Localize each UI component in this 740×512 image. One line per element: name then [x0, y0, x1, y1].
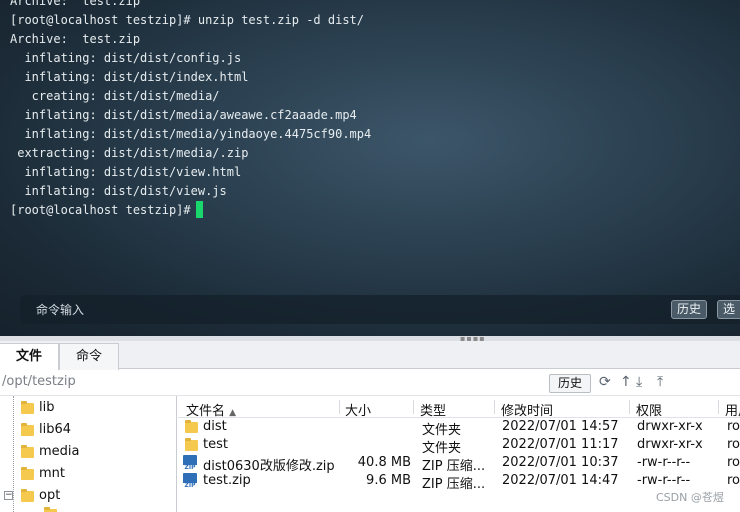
- upload-icon[interactable]: ⤒: [657, 374, 663, 390]
- sort-ascending-icon: ▲: [229, 408, 237, 418]
- folder-icon: [21, 467, 34, 480]
- folder-icon: [185, 438, 198, 451]
- column-header-permissions[interactable]: 权限: [636, 400, 662, 419]
- command-select-button[interactable]: 选: [717, 300, 740, 319]
- file-permissions: -rw-r--r--: [637, 455, 691, 470]
- tree-item-label: opt: [39, 488, 61, 503]
- tree-item-lib64[interactable]: lib64: [0, 419, 176, 441]
- file-modified: 2022/07/01 10:37: [502, 455, 619, 470]
- directory-tree[interactable]: lib lib64 media mnt − opt: [0, 396, 177, 512]
- tree-item-media[interactable]: media: [0, 441, 176, 463]
- terminal-line: inflating: dist/dist/config.js: [10, 51, 242, 65]
- terminal-cursor: [195, 201, 203, 218]
- file-modified: 2022/07/01 11:17: [502, 437, 619, 452]
- zip-file-icon: [183, 473, 197, 489]
- path-bar: /opt/testzip 历史 ⟳ ↑ ⤓ ⤒: [0, 370, 740, 396]
- file-user: ro: [727, 455, 740, 470]
- file-permissions: drwxr-xr-x: [637, 419, 703, 434]
- command-history-button[interactable]: 历史: [671, 300, 708, 319]
- column-separator[interactable]: [718, 400, 719, 414]
- column-header-user[interactable]: 用户: [725, 400, 740, 419]
- column-header-modified[interactable]: 修改时间: [501, 400, 553, 419]
- file-type: ZIP 压缩...: [422, 477, 486, 492]
- file-modified: 2022/07/01 14:57: [502, 419, 619, 434]
- file-name: test.zip: [203, 473, 251, 488]
- column-header-size[interactable]: 大小: [345, 400, 371, 419]
- terminal-line: extracting: dist/dist/media/.zip: [10, 146, 249, 160]
- folder-icon: [21, 401, 34, 414]
- file-permissions: -rw-r--r--: [637, 473, 691, 488]
- terminal-output: Archive: test.zip [root@localhost testzi…: [10, 0, 371, 220]
- column-header-name[interactable]: 文件名 ▲: [186, 400, 236, 419]
- folder-icon: [185, 420, 198, 433]
- tab-bar: 文件 命令: [0, 341, 740, 370]
- file-name: test: [203, 437, 228, 452]
- terminal-line: inflating: dist/dist/index.html: [10, 70, 249, 84]
- watermark: CSDN @苍煜: [656, 491, 724, 504]
- file-user: ro: [727, 419, 740, 434]
- up-arrow-icon[interactable]: ↑: [620, 374, 632, 390]
- tab-files[interactable]: 文件: [0, 343, 59, 370]
- column-separator[interactable]: [494, 400, 495, 414]
- file-size: 9.6 MB: [366, 473, 411, 488]
- command-input-bar[interactable]: 命令输入 历史 选: [20, 295, 740, 324]
- tree-item-lib[interactable]: lib: [0, 397, 176, 419]
- tree-item-opt[interactable]: − opt: [0, 485, 176, 507]
- column-separator[interactable]: [339, 400, 340, 414]
- tree-item-mnt[interactable]: mnt: [0, 463, 176, 485]
- folder-icon: [21, 423, 34, 436]
- file-row[interactable]: dist0630改版修改.zip 40.8 MB ZIP 压缩... 2022/…: [178, 454, 740, 474]
- tab-commands[interactable]: 命令: [59, 343, 119, 370]
- file-user: ro: [727, 437, 740, 452]
- file-permissions: drwxr-xr-x: [637, 437, 703, 452]
- command-input-placeholder[interactable]: 命令输入: [36, 301, 84, 318]
- file-user: ro: [727, 473, 740, 488]
- terminal-line: Archive: test.zip: [10, 32, 141, 46]
- terminal-panel[interactable]: Archive: test.zip [root@localhost testzi…: [0, 0, 740, 336]
- terminal-line: Archive: test.zip: [10, 0, 141, 8]
- path-input[interactable]: /opt/testzip: [2, 374, 76, 389]
- tree-item-label: lib64: [39, 422, 72, 437]
- terminal-line: inflating: dist/dist/view.html: [10, 165, 242, 179]
- file-row[interactable]: dist 文件夹 2022/07/01 14:57 drwxr-xr-x ro: [178, 418, 740, 438]
- terminal-line: inflating: dist/dist/media/aweawe.cf2aaa…: [10, 108, 357, 122]
- file-row[interactable]: test 文件夹 2022/07/01 11:17 drwxr-xr-x ro: [178, 436, 740, 456]
- tree-item-label: lib: [39, 400, 55, 415]
- tree-item-label: media: [39, 444, 80, 459]
- tree-item-label: mnt: [39, 466, 65, 481]
- terminal-prompt-line: [root@localhost testzip]#: [10, 201, 371, 220]
- file-list-header: 文件名 ▲ 大小 类型 修改时间 权限 用户: [178, 396, 740, 419]
- path-history-button[interactable]: 历史: [549, 374, 591, 393]
- file-name: dist: [203, 419, 227, 434]
- file-modified: 2022/07/01 14:47: [502, 473, 619, 488]
- collapse-icon[interactable]: −: [4, 491, 13, 500]
- refresh-icon[interactable]: ⟳: [599, 374, 611, 390]
- terminal-line: inflating: dist/dist/view.js: [10, 184, 227, 198]
- terminal-prompt: [root@localhost testzip]#: [10, 203, 191, 217]
- download-icon[interactable]: ⤓: [636, 374, 642, 390]
- terminal-line: [root@localhost testzip]# unzip test.zip…: [10, 13, 365, 27]
- terminal-line: inflating: dist/dist/media/yindaoye.4475…: [10, 127, 372, 141]
- column-separator[interactable]: [629, 400, 630, 414]
- file-size: 40.8 MB: [357, 455, 411, 470]
- terminal-line: creating: dist/dist/media/: [10, 89, 220, 103]
- zip-file-icon: [183, 455, 197, 471]
- column-header-type[interactable]: 类型: [420, 400, 446, 419]
- column-separator[interactable]: [413, 400, 414, 414]
- file-row[interactable]: test.zip 9.6 MB ZIP 压缩... 2022/07/01 14:…: [178, 472, 740, 492]
- folder-icon: [21, 489, 34, 502]
- folder-icon: [21, 445, 34, 458]
